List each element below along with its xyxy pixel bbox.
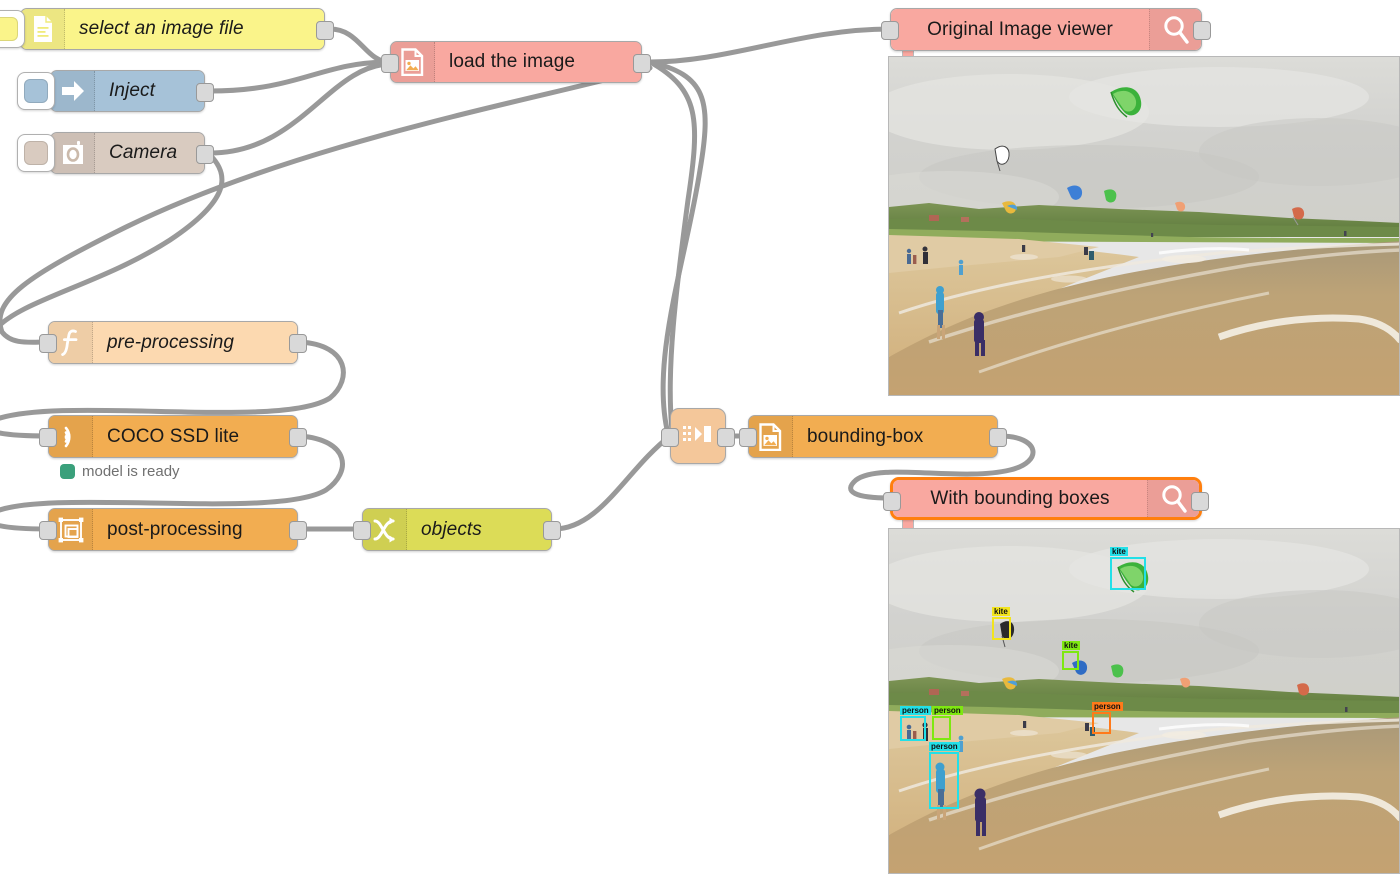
output-port[interactable]	[196, 82, 214, 102]
output-port[interactable]	[1193, 21, 1211, 40]
batch-split-icon	[682, 423, 714, 450]
input-port[interactable]	[881, 21, 899, 40]
output-port[interactable]	[717, 427, 735, 447]
inject-button-swatch	[0, 17, 18, 41]
node-batch-junction[interactable]	[661, 408, 735, 464]
node-select-file[interactable]: select an image file	[0, 8, 334, 50]
node-status-coco-ssd-lite: model is ready	[60, 463, 180, 480]
input-port[interactable]	[661, 427, 679, 447]
output-port[interactable]	[633, 53, 651, 73]
output-port[interactable]	[289, 334, 307, 353]
wire-load-to-original-viewer	[647, 26, 893, 65]
detection-label: person	[932, 706, 963, 716]
node-label: load the image	[449, 51, 576, 72]
detection-box-person	[929, 752, 959, 809]
node-bounding-box[interactable]: bounding-box	[739, 415, 1007, 458]
output-port[interactable]	[1191, 492, 1209, 511]
flow-canvas[interactable]: kite kite kite person person person person sel…	[0, 0, 1400, 874]
wire-camera-to-load	[207, 61, 393, 156]
input-port[interactable]	[39, 334, 57, 353]
detection-label: person	[1092, 702, 1123, 712]
beach-photo-original	[889, 57, 1399, 395]
input-port[interactable]	[39, 428, 57, 447]
detection-label: person	[929, 742, 960, 752]
input-port[interactable]	[381, 53, 399, 73]
detection-label: kite	[1110, 547, 1128, 557]
input-port[interactable]	[353, 521, 371, 540]
node-camera[interactable]: Camera	[17, 132, 214, 174]
output-port[interactable]	[289, 521, 307, 540]
node-original-image-viewer[interactable]: Original Image viewer	[881, 8, 1211, 51]
detection-box-person	[932, 716, 951, 740]
node-label: COCO SSD lite	[107, 425, 240, 447]
node-label: select an image file	[79, 18, 244, 39]
input-port[interactable]	[39, 521, 57, 540]
inject-button-swatch	[24, 79, 48, 103]
node-label: objects	[421, 518, 482, 540]
wire-objects-to-junction	[551, 433, 673, 532]
detection-label: kite	[992, 607, 1010, 617]
output-port[interactable]	[543, 521, 561, 540]
status-dot	[60, 464, 75, 479]
node-load-image[interactable]: load the image	[381, 41, 651, 83]
file-document-icon	[21, 9, 65, 49]
inject-button-camera[interactable]	[17, 134, 55, 172]
wire-camera-loop	[0, 152, 225, 329]
detection-box-kite	[1110, 557, 1146, 590]
node-label: post-processing	[107, 518, 243, 540]
input-port[interactable]	[739, 428, 757, 447]
node-label: bounding-box	[807, 425, 924, 447]
output-port[interactable]	[989, 428, 1007, 447]
detection-box-kite	[992, 617, 1011, 640]
node-post-processing[interactable]: post-processing	[39, 508, 307, 551]
node-label: Camera	[109, 142, 178, 163]
detection-box-kite	[1062, 651, 1079, 670]
detection-label: person	[900, 706, 931, 716]
node-label: pre-processing	[107, 331, 235, 353]
inject-button-select-file[interactable]	[0, 10, 25, 48]
node-coco-ssd-lite[interactable]: COCO SSD lite	[39, 415, 307, 458]
viewer-label: Original Image viewer	[927, 18, 1113, 40]
node-objects[interactable]: objects	[353, 508, 561, 551]
output-port[interactable]	[196, 144, 214, 164]
wire-inject-to-load	[207, 59, 393, 94]
detection-label: kite	[1062, 641, 1080, 651]
node-with-bounding-boxes-viewer[interactable]: With bounding boxes	[883, 477, 1209, 520]
status-text: model is ready	[82, 463, 180, 480]
output-port[interactable]	[316, 20, 334, 40]
inject-button-swatch	[24, 141, 48, 165]
node-inject[interactable]: Inject	[17, 70, 214, 112]
node-pre-processing[interactable]: pre-processing	[39, 321, 307, 364]
input-port[interactable]	[883, 492, 901, 511]
original-image-preview	[888, 56, 1400, 396]
wire-load-to-junction-b	[647, 59, 708, 437]
inject-button-inject[interactable]	[17, 72, 55, 110]
wire-load-to-junction-a	[647, 59, 698, 433]
detection-box-person	[1092, 712, 1111, 734]
node-label: Inject	[109, 80, 156, 101]
viewer-label: With bounding boxes	[930, 487, 1110, 509]
output-port[interactable]	[289, 428, 307, 447]
detection-box-person	[900, 716, 926, 741]
camera-icon	[51, 133, 95, 173]
arrow-right-icon	[51, 71, 95, 111]
